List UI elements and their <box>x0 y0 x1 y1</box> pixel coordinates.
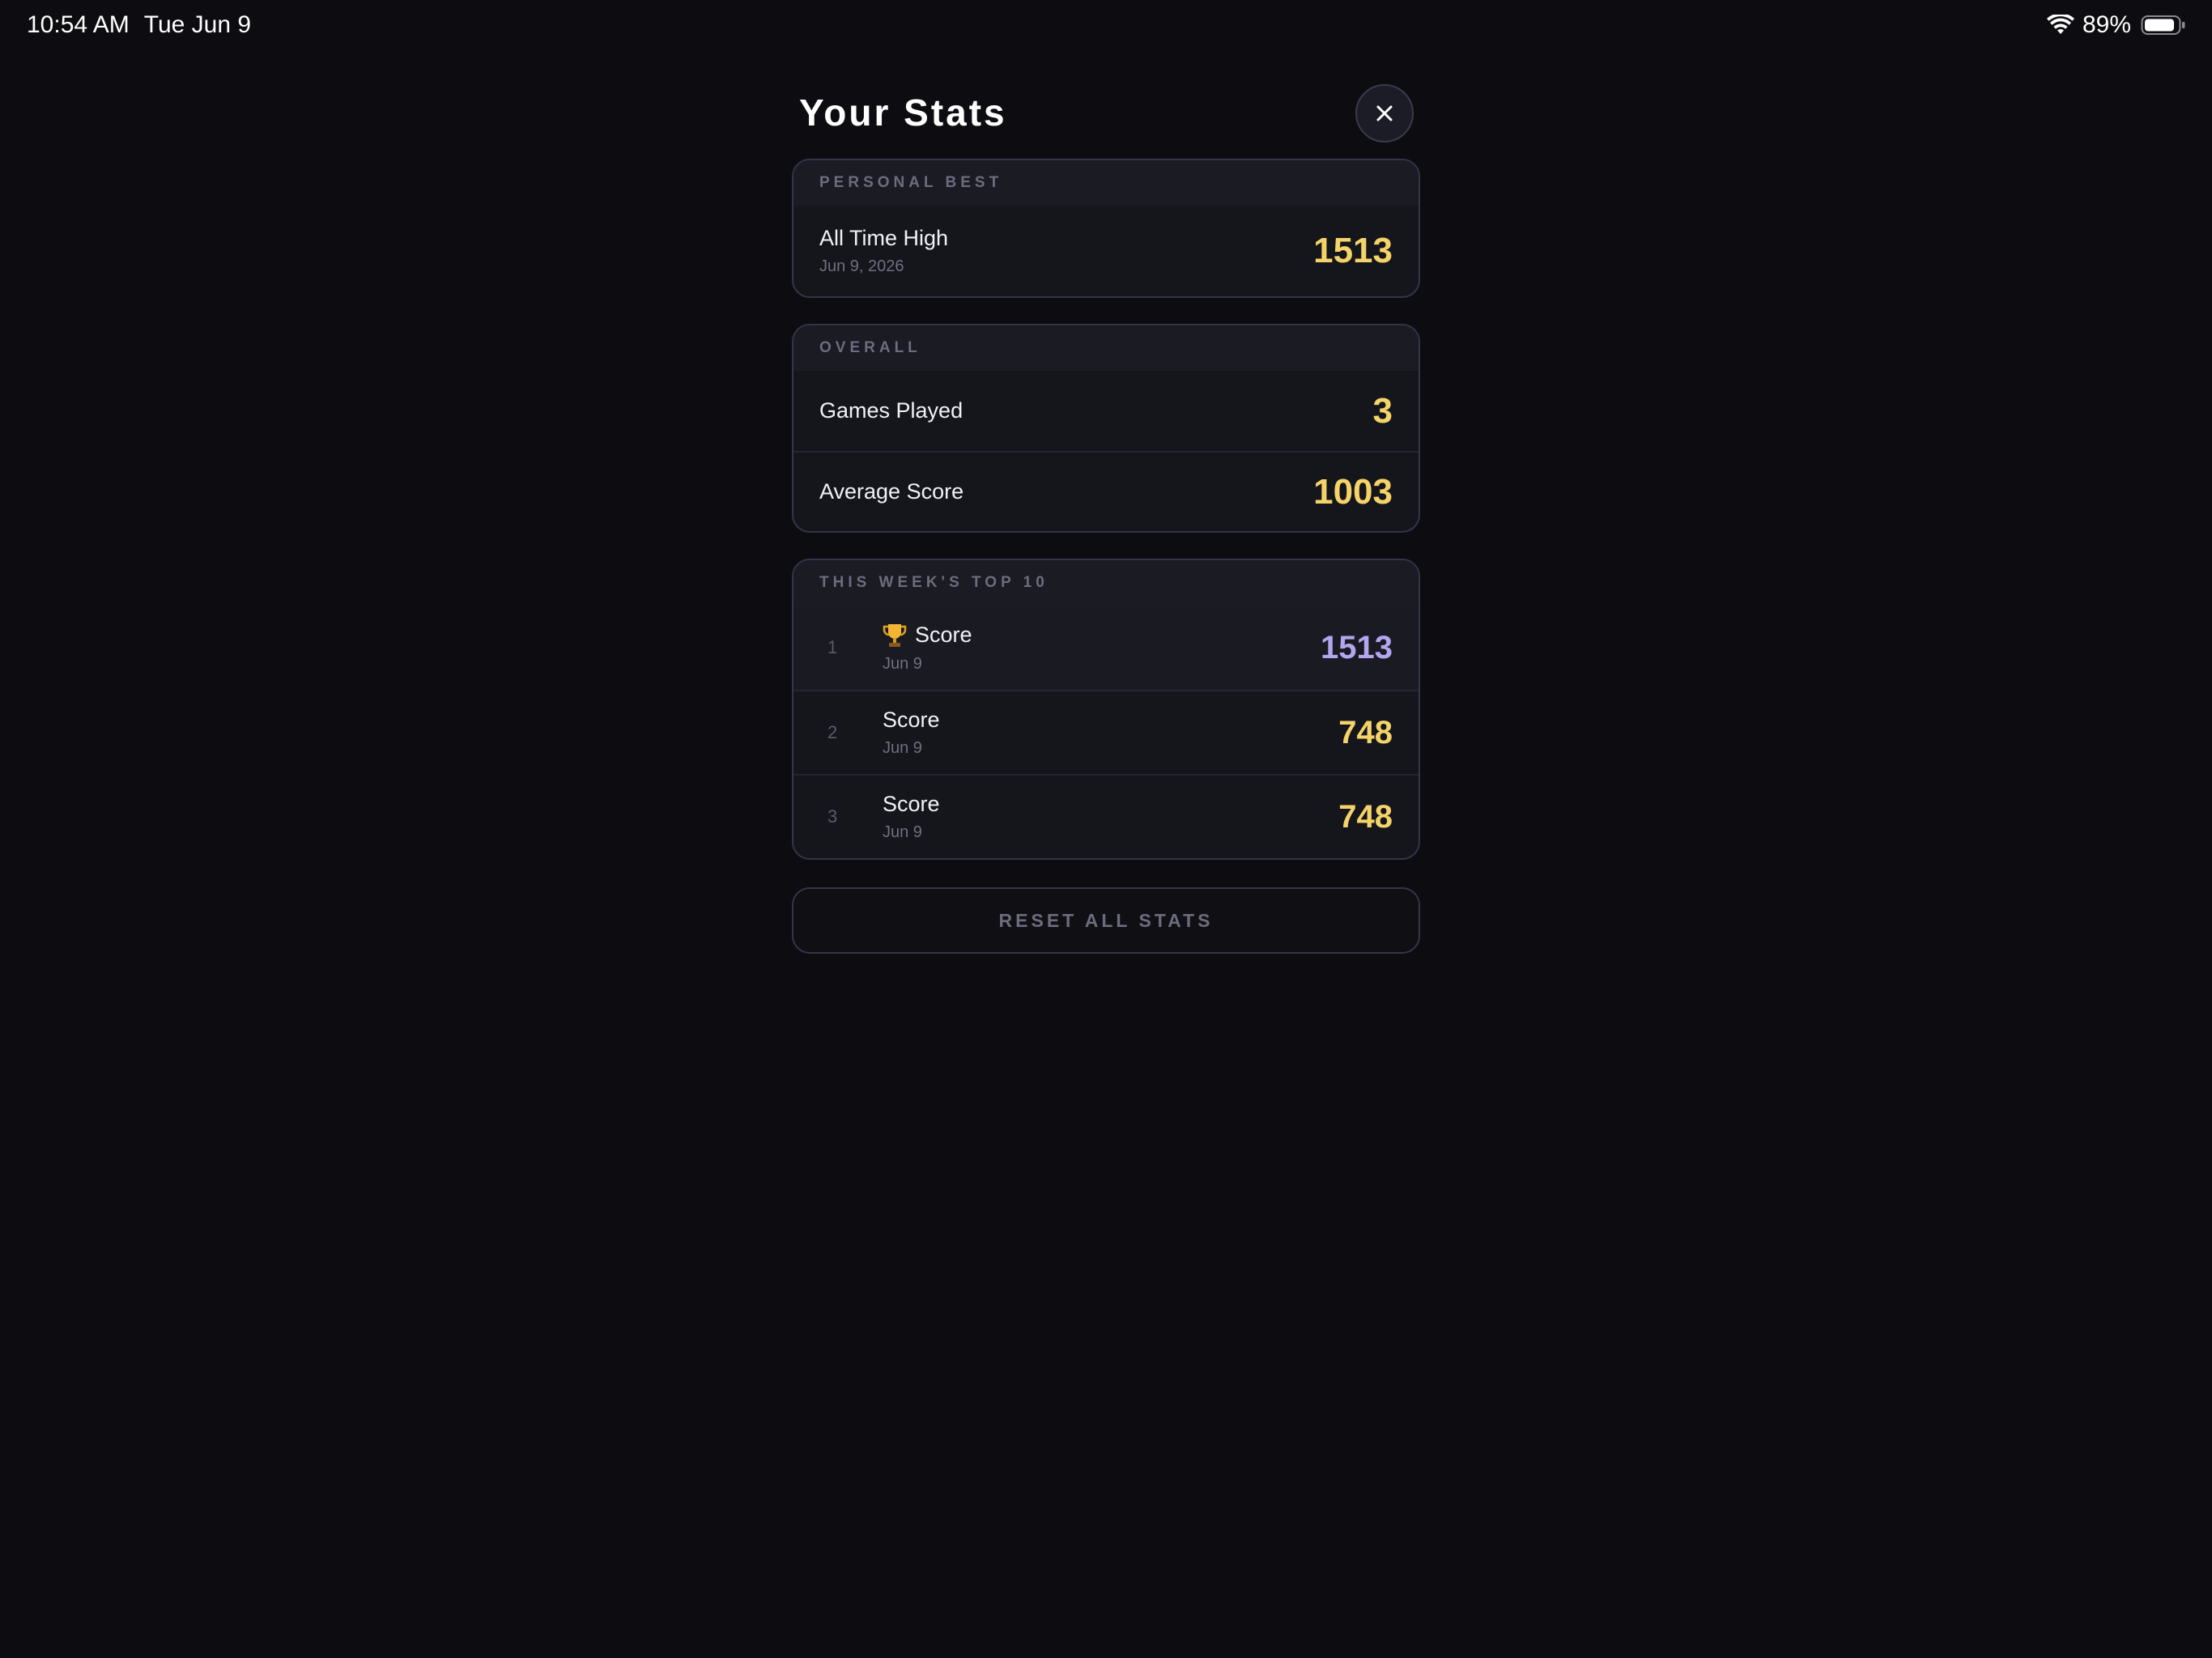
battery-icon <box>2141 15 2185 35</box>
overall-card: OVERALL Games Played 3 Average Score 100… <box>792 324 1420 533</box>
entry-date: Jun 9 <box>883 823 922 841</box>
battery-percent: 89% <box>2082 11 2131 38</box>
entry-date: Jun 9 <box>883 739 922 757</box>
stats-header: Your Stats <box>792 78 1420 159</box>
personal-best-header: PERSONAL BEST <box>793 160 1419 206</box>
all-time-high-row: All Time High Jun 9, 2026 1513 <box>793 206 1419 296</box>
entry-score: 748 <box>1338 798 1393 835</box>
reset-all-stats-button[interactable]: RESET ALL STATS <box>792 887 1420 954</box>
entry-label: Score <box>883 792 940 816</box>
personal-best-card: PERSONAL BEST All Time High Jun 9, 2026 … <box>792 159 1420 298</box>
rank-number: 3 <box>827 806 838 827</box>
overall-header: OVERALL <box>793 325 1419 371</box>
list-item: 2 Score Jun 9 748 <box>793 690 1419 774</box>
close-icon <box>1376 105 1393 121</box>
status-time-date: 10:54 AM Tue Jun 9 <box>27 11 266 39</box>
entry-score: 748 <box>1338 714 1393 750</box>
entry-score: 1513 <box>1321 629 1393 665</box>
average-score-value: 1003 <box>1313 471 1393 512</box>
close-button[interactable] <box>1355 84 1414 142</box>
top10-header: THIS WEEK'S TOP 10 <box>793 560 1419 606</box>
games-played-row: Games Played 3 <box>793 371 1419 451</box>
top10-card: THIS WEEK'S TOP 10 1 Score Jun 9 1513 2 … <box>792 559 1420 860</box>
all-time-high-date: Jun 9, 2026 <box>819 257 904 275</box>
status-date: Tue Jun 9 <box>143 11 252 38</box>
wifi-icon <box>2046 15 2074 34</box>
rank-number: 1 <box>827 637 838 657</box>
games-played-value: 3 <box>1372 390 1393 431</box>
stats-panel: Your Stats PERSONAL BEST All Time High J… <box>792 78 1420 954</box>
trophy-icon <box>883 623 907 647</box>
status-time: 10:54 AM <box>27 11 130 38</box>
all-time-high-value: 1513 <box>1313 231 1393 270</box>
page-title: Your Stats <box>799 91 1007 134</box>
status-indicators: 89% <box>2046 11 2186 39</box>
all-time-high-label: All Time High <box>819 226 949 250</box>
entry-label: Score <box>915 623 972 647</box>
entry-label: Score <box>883 708 940 732</box>
status-bar: 10:54 AM Tue Jun 9 89% <box>0 0 2212 52</box>
list-item: 3 Score Jun 9 748 <box>793 774 1419 858</box>
list-item: 1 Score Jun 9 1513 <box>793 606 1419 690</box>
entry-date: Jun 9 <box>883 654 922 673</box>
average-score-row: Average Score 1003 <box>793 451 1419 531</box>
average-score-label: Average Score <box>819 479 964 504</box>
games-played-label: Games Played <box>819 398 963 423</box>
rank-number: 2 <box>827 722 838 742</box>
